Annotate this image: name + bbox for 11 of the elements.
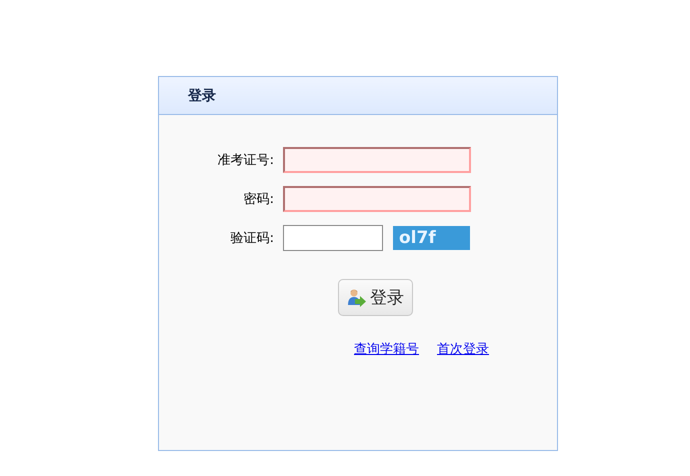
- user-arrow-icon: [347, 288, 367, 308]
- link[interactable]: 首次登录: [437, 340, 489, 358]
- field-label: 密码:: [242, 191, 275, 208]
- input-field[interactable]: [283, 147, 471, 173]
- panel-title: 登录: [188, 86, 216, 104]
- input-field[interactable]: [283, 186, 471, 212]
- input-field[interactable]: [283, 225, 383, 251]
- login-button[interactable]: 登录: [338, 279, 413, 316]
- link[interactable]: 查询学籍号: [354, 340, 419, 358]
- field-label: 准考证号:: [216, 152, 275, 169]
- field-label: 验证码:: [230, 230, 275, 247]
